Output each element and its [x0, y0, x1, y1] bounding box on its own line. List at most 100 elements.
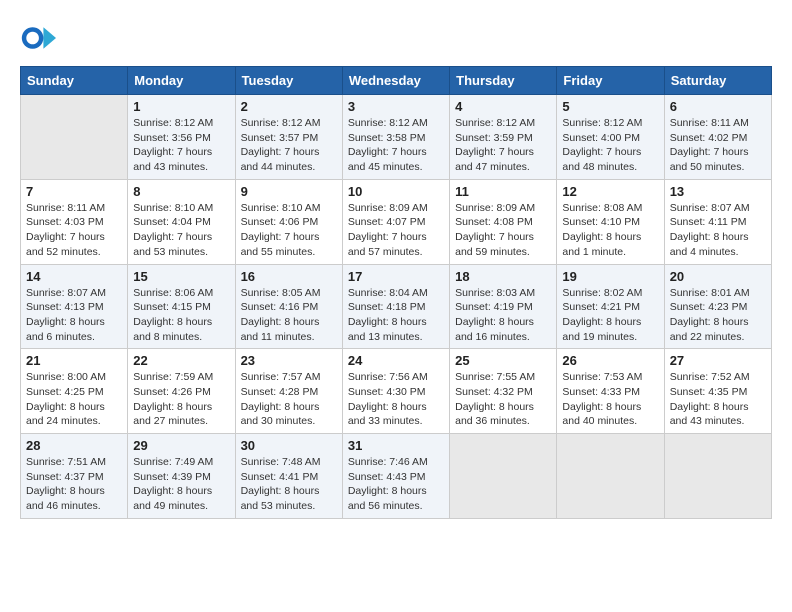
calendar-cell: 20 Sunrise: 8:01 AM Sunset: 4:23 PM Dayli…: [664, 264, 771, 349]
day-info: Sunrise: 8:12 AM Sunset: 4:00 PM Dayligh…: [562, 116, 658, 175]
calendar-cell: 3Sunrise: 8:12 AM Sunset: 3:58 PM Daylig…: [342, 95, 449, 180]
calendar-cell: [557, 434, 664, 519]
day-info: Sunrise: 7:52 AM Sunset: 4:35 PM Dayligh…: [670, 370, 766, 429]
calendar-week-row: 7 Sunrise: 8:11 AM Sunset: 4:03 PM Daylig…: [21, 179, 772, 264]
calendar-cell: 17 Sunrise: 8:04 AM Sunset: 4:18 PM Dayli…: [342, 264, 449, 349]
day-number: 12: [562, 184, 658, 199]
day-number: 11: [455, 184, 551, 199]
day-info: Sunrise: 8:10 AM Sunset: 4:04 PM Dayligh…: [133, 201, 229, 260]
day-info: Sunrise: 8:09 AM Sunset: 4:08 PM Dayligh…: [455, 201, 551, 260]
calendar-cell: 21 Sunrise: 8:00 AM Sunset: 4:25 PM Dayli…: [21, 349, 128, 434]
day-number: 7: [26, 184, 122, 199]
calendar-cell: [21, 95, 128, 180]
calendar-cell: [450, 434, 557, 519]
day-info: Sunrise: 8:00 AM Sunset: 4:25 PM Dayligh…: [26, 370, 122, 429]
calendar-table: SundayMondayTuesdayWednesdayThursdayFrid…: [20, 66, 772, 519]
day-number: 6: [670, 99, 766, 114]
calendar-cell: 26 Sunrise: 7:53 AM Sunset: 4:33 PM Dayli…: [557, 349, 664, 434]
day-number: 20: [670, 269, 766, 284]
calendar-cell: 25 Sunrise: 7:55 AM Sunset: 4:32 PM Dayli…: [450, 349, 557, 434]
calendar-cell: 11 Sunrise: 8:09 AM Sunset: 4:08 PM Dayli…: [450, 179, 557, 264]
weekday-header: Tuesday: [235, 67, 342, 95]
day-number: 9: [241, 184, 337, 199]
day-number: 10: [348, 184, 444, 199]
calendar-week-row: 21 Sunrise: 8:00 AM Sunset: 4:25 PM Dayli…: [21, 349, 772, 434]
day-info: Sunrise: 8:01 AM Sunset: 4:23 PM Dayligh…: [670, 286, 766, 345]
calendar-week-row: 14 Sunrise: 8:07 AM Sunset: 4:13 PM Dayli…: [21, 264, 772, 349]
logo: [20, 20, 60, 56]
calendar-cell: 5 Sunrise: 8:12 AM Sunset: 4:00 PM Daylig…: [557, 95, 664, 180]
day-number: 5: [562, 99, 658, 114]
day-number: 17: [348, 269, 444, 284]
day-number: 28: [26, 438, 122, 453]
calendar-cell: [664, 434, 771, 519]
day-info: Sunrise: 7:59 AM Sunset: 4:26 PM Dayligh…: [133, 370, 229, 429]
weekday-header: Thursday: [450, 67, 557, 95]
day-info: Sunrise: 7:55 AM Sunset: 4:32 PM Dayligh…: [455, 370, 551, 429]
day-number: 1: [133, 99, 229, 114]
day-number: 22: [133, 353, 229, 368]
day-number: 14: [26, 269, 122, 284]
day-number: 23: [241, 353, 337, 368]
calendar-cell: 12Sunrise: 8:08 AM Sunset: 4:10 PM Dayli…: [557, 179, 664, 264]
weekday-header: Saturday: [664, 67, 771, 95]
day-info: Sunrise: 8:04 AM Sunset: 4:18 PM Dayligh…: [348, 286, 444, 345]
day-number: 19: [562, 269, 658, 284]
day-number: 13: [670, 184, 766, 199]
day-info: Sunrise: 7:48 AM Sunset: 4:41 PM Dayligh…: [241, 455, 337, 514]
calendar-week-row: 28 Sunrise: 7:51 AM Sunset: 4:37 PM Dayli…: [21, 434, 772, 519]
calendar-cell: 19 Sunrise: 8:02 AM Sunset: 4:21 PM Dayli…: [557, 264, 664, 349]
weekday-header: Sunday: [21, 67, 128, 95]
weekday-header: Wednesday: [342, 67, 449, 95]
day-info: Sunrise: 7:49 AM Sunset: 4:39 PM Dayligh…: [133, 455, 229, 514]
calendar-cell: 8Sunrise: 8:10 AM Sunset: 4:04 PM Daylig…: [128, 179, 235, 264]
day-info: Sunrise: 8:06 AM Sunset: 4:15 PM Dayligh…: [133, 286, 229, 345]
day-info: Sunrise: 8:12 AM Sunset: 3:56 PM Dayligh…: [133, 116, 229, 175]
day-number: 3: [348, 99, 444, 114]
day-info: Sunrise: 8:05 AM Sunset: 4:16 PM Dayligh…: [241, 286, 337, 345]
weekday-header: Monday: [128, 67, 235, 95]
day-number: 27: [670, 353, 766, 368]
calendar-cell: 4Sunrise: 8:12 AM Sunset: 3:59 PM Daylig…: [450, 95, 557, 180]
calendar-header-row: SundayMondayTuesdayWednesdayThursdayFrid…: [21, 67, 772, 95]
day-info: Sunrise: 8:07 AM Sunset: 4:13 PM Dayligh…: [26, 286, 122, 345]
calendar-cell: 22 Sunrise: 7:59 AM Sunset: 4:26 PM Dayli…: [128, 349, 235, 434]
calendar-week-row: 1 Sunrise: 8:12 AM Sunset: 3:56 PM Daylig…: [21, 95, 772, 180]
calendar-cell: 9 Sunrise: 8:10 AM Sunset: 4:06 PM Daylig…: [235, 179, 342, 264]
day-number: 31: [348, 438, 444, 453]
day-info: Sunrise: 8:02 AM Sunset: 4:21 PM Dayligh…: [562, 286, 658, 345]
calendar-cell: 7 Sunrise: 8:11 AM Sunset: 4:03 PM Daylig…: [21, 179, 128, 264]
logo-icon: [20, 20, 56, 56]
calendar-cell: 2Sunrise: 8:12 AM Sunset: 3:57 PM Daylig…: [235, 95, 342, 180]
day-info: Sunrise: 8:11 AM Sunset: 4:03 PM Dayligh…: [26, 201, 122, 260]
day-number: 25: [455, 353, 551, 368]
day-info: Sunrise: 7:46 AM Sunset: 4:43 PM Dayligh…: [348, 455, 444, 514]
calendar-cell: 27 Sunrise: 7:52 AM Sunset: 4:35 PM Dayli…: [664, 349, 771, 434]
day-number: 29: [133, 438, 229, 453]
calendar-cell: 18 Sunrise: 8:03 AM Sunset: 4:19 PM Dayli…: [450, 264, 557, 349]
calendar-cell: 24Sunrise: 7:56 AM Sunset: 4:30 PM Dayli…: [342, 349, 449, 434]
day-number: 15: [133, 269, 229, 284]
calendar-cell: 15 Sunrise: 8:06 AM Sunset: 4:15 PM Dayli…: [128, 264, 235, 349]
day-info: Sunrise: 8:03 AM Sunset: 4:19 PM Dayligh…: [455, 286, 551, 345]
page-header: [20, 20, 772, 56]
day-info: Sunrise: 8:07 AM Sunset: 4:11 PM Dayligh…: [670, 201, 766, 260]
day-number: 30: [241, 438, 337, 453]
day-number: 2: [241, 99, 337, 114]
day-number: 21: [26, 353, 122, 368]
day-number: 26: [562, 353, 658, 368]
calendar-cell: 13 Sunrise: 8:07 AM Sunset: 4:11 PM Dayli…: [664, 179, 771, 264]
weekday-header: Friday: [557, 67, 664, 95]
day-info: Sunrise: 8:12 AM Sunset: 3:59 PM Dayligh…: [455, 116, 551, 175]
calendar-cell: 6Sunrise: 8:11 AM Sunset: 4:02 PM Daylig…: [664, 95, 771, 180]
calendar-cell: 23Sunrise: 7:57 AM Sunset: 4:28 PM Dayli…: [235, 349, 342, 434]
day-info: Sunrise: 7:53 AM Sunset: 4:33 PM Dayligh…: [562, 370, 658, 429]
day-info: Sunrise: 7:51 AM Sunset: 4:37 PM Dayligh…: [26, 455, 122, 514]
day-number: 16: [241, 269, 337, 284]
calendar-cell: 28 Sunrise: 7:51 AM Sunset: 4:37 PM Dayli…: [21, 434, 128, 519]
day-info: Sunrise: 8:10 AM Sunset: 4:06 PM Dayligh…: [241, 201, 337, 260]
calendar-cell: 30 Sunrise: 7:48 AM Sunset: 4:41 PM Dayli…: [235, 434, 342, 519]
day-info: Sunrise: 7:56 AM Sunset: 4:30 PM Dayligh…: [348, 370, 444, 429]
day-number: 18: [455, 269, 551, 284]
calendar-cell: 1 Sunrise: 8:12 AM Sunset: 3:56 PM Daylig…: [128, 95, 235, 180]
